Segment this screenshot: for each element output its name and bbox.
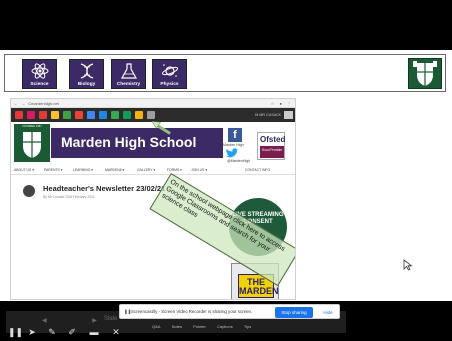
login-status[interactable]: HI MR CUSACK (255, 113, 281, 117)
site-nav: ABOUT US ▾ PARENTS ▾ LEARNING ▾ MARDEN6 … (11, 167, 295, 175)
post-meta: By Mr Cusack 23rd February 2021 (43, 195, 95, 199)
pointer-tool-icon[interactable]: ➤ (26, 326, 38, 339)
nav-marden6[interactable]: MARDEN6 ▾ (105, 168, 124, 172)
app-icon[interactable] (135, 111, 143, 119)
menu-pointer[interactable]: Pointer (193, 324, 206, 329)
subject-label: Biology (77, 82, 96, 87)
nav-about-us[interactable]: ABOUT US ▾ (14, 168, 34, 172)
presenter-menu: Q&A Notes Pointer Captions Tips (152, 324, 261, 329)
ofsted-name: Ofsted (260, 135, 286, 144)
classroom-icon[interactable] (111, 111, 119, 119)
app-icon[interactable] (63, 111, 71, 119)
app-icon[interactable] (27, 111, 35, 119)
eraser-tool-icon[interactable]: ▬ (88, 326, 100, 339)
pause-icon[interactable]: ❚❚ (8, 326, 23, 339)
ofsted-rating: Good Provider (260, 146, 284, 158)
planet-icon (161, 64, 179, 77)
website-screenshot: ← → C mardenhigh.net ☆ ● ⋮ HI MR CUSACK (10, 98, 296, 300)
author-avatar (23, 185, 35, 197)
subject-tile-chemistry[interactable]: Chemistry (111, 59, 146, 89)
nav-forms[interactable]: FORMS ▾ (167, 168, 182, 172)
user-avatar[interactable] (284, 111, 293, 119)
nav-learning[interactable]: LEARNING ▾ (73, 168, 93, 172)
post-title[interactable]: Headteacher's Newsletter 23/02/21 (43, 184, 165, 193)
nav-parents[interactable]: PARENTS ▾ (44, 168, 62, 172)
subject-tile-science[interactable]: Science (22, 59, 57, 89)
subject-tile-physics[interactable]: Physics (152, 59, 187, 89)
hide-button[interactable]: Hide (320, 307, 336, 318)
app-icon[interactable] (123, 111, 131, 119)
browser-toolbar: ← → C mardenhigh.net ☆ ● ⋮ (11, 99, 295, 108)
presentation-slide: Science Biology Chemistry Physics ← → C … (0, 50, 452, 301)
school-crest-icon (408, 58, 442, 89)
nav-gallery[interactable]: GALLERY ▾ (137, 168, 155, 172)
ofsted-badge[interactable]: Ofsted Good Provider (257, 132, 285, 160)
app-icon[interactable] (99, 111, 107, 119)
app-icon[interactable] (15, 111, 23, 119)
arrow-pointer-icon (151, 121, 171, 135)
school-name[interactable]: Marden High School (61, 134, 196, 150)
subject-label: Science (30, 82, 49, 87)
stop-sharing-button[interactable]: Stop sharing (275, 307, 313, 318)
subject-label: Chemistry (116, 82, 141, 87)
pen-tool-icon[interactable]: ✎ (46, 326, 58, 339)
menu-notes[interactable]: Notes (172, 324, 182, 329)
browser-menu-icons[interactable]: ☆ ● ⋮ (271, 101, 293, 106)
subject-banner: Science Biology Chemistry Physics (4, 54, 446, 92)
screen-share-notification: ❚❚ Screencastify - Screen Video Recorder… (119, 304, 340, 319)
menu-captions[interactable]: Captions (217, 324, 233, 329)
atom-icon (31, 63, 49, 79)
site-crest-icon[interactable]: FOUNDED 1957 (14, 124, 50, 162)
school-name-bar: Marden High School (51, 128, 223, 158)
screen: Science Biology Chemistry Physics ← → C … (0, 0, 452, 341)
twitter-icon[interactable] (225, 148, 239, 159)
crest-founded-text: FOUNDED 1957 (22, 125, 42, 128)
address-bar[interactable]: mardenhigh.net (31, 101, 59, 106)
slide-label: Slide (104, 316, 118, 322)
facebook-label[interactable]: Marden High (223, 143, 244, 147)
nav-join-us[interactable]: JOIN US ▾ (191, 168, 207, 172)
letterbox-top (0, 0, 452, 50)
share-message: Screencastify - Screen Video Recorder is… (131, 309, 253, 314)
facebook-icon[interactable]: f (228, 128, 242, 142)
gmail-icon[interactable] (75, 111, 83, 119)
browser-nav-buttons[interactable]: ← → C (14, 101, 32, 106)
drive-icon[interactable] (87, 111, 95, 119)
subject-tile-biology[interactable]: Biology (69, 59, 104, 89)
menu-qa[interactable]: Q&A (152, 324, 160, 329)
nav-contact-info[interactable]: CONTACT INFO (245, 168, 270, 172)
highlighter-tool-icon[interactable]: ✐ (66, 326, 78, 339)
app-icon[interactable] (39, 111, 47, 119)
twitter-label[interactable]: @MardenHigh (227, 159, 250, 163)
mouse-cursor-icon (403, 259, 413, 271)
subject-label: Physics (160, 82, 179, 87)
menu-tips[interactable]: Tips (244, 324, 251, 329)
close-icon[interactable]: ✕ (110, 326, 122, 339)
dna-icon (80, 63, 94, 79)
app-icon[interactable] (51, 111, 59, 119)
flask-icon (120, 63, 138, 79)
